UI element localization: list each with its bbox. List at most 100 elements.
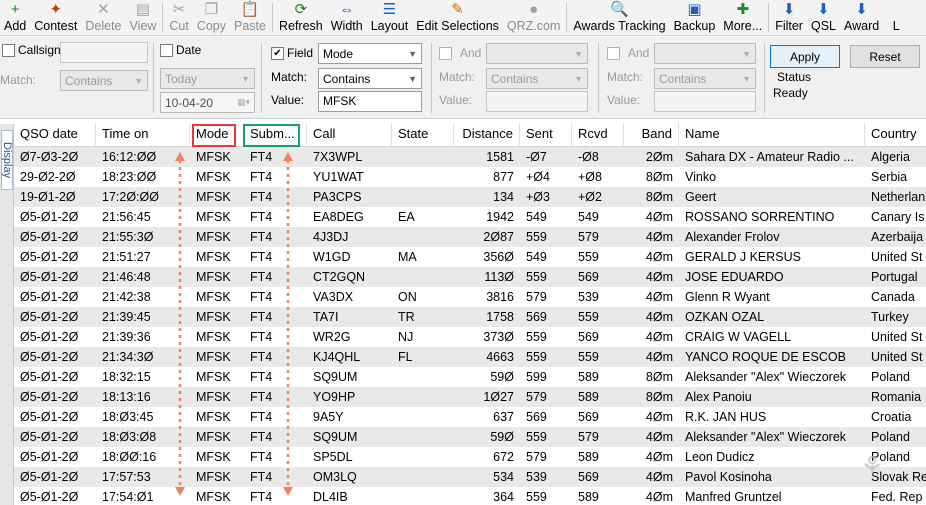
cell-name: Alexander Frolov [685,230,780,244]
column-header-mode[interactable]: Mode [190,123,244,147]
table-row[interactable]: Ø5-Ø1-2Ø 21:42:38 MFSK FT4 VA3DX ON 3816 579 539… [14,287,926,307]
chevron-down-icon: ▼ [742,48,751,59]
field-name-combo[interactable]: Mode ▼ [318,43,422,64]
toolbar-button-label: Awards Tracking [573,19,666,33]
toolbar-delete-button[interactable]: ✕ Delete [81,0,125,35]
table-row[interactable]: Ø5-Ø1-2Ø 18:Ø3:45 MFSK FT4 9A5Y 637 569 569 4Øm R… [14,407,926,427]
toolbar-button-label: Layout [370,19,409,33]
cell-state: ON [398,290,417,304]
table-row[interactable]: Ø5-Ø1-2Ø 21:56:45 MFSK FT4 EA8DEG EA 1942 549 54… [14,207,926,227]
callsign-match-combo[interactable]: Contains ▼ [60,70,148,91]
toolbar-view-button[interactable]: ▤ View [125,0,160,35]
cell-call: WR2G [313,330,351,344]
copy-icon: ❐ [204,1,219,18]
toolbar-qrz-com-button[interactable]: ● QRZ.com [503,0,564,35]
toolbar-paste-button[interactable]: 📋 Paste [230,0,270,35]
date-picker[interactable]: 10-04-20 ▦▾ [160,92,255,113]
table-row[interactable]: Ø5-Ø1-2Ø 21:39:45 MFSK FT4 TA7I TR 1758 569 559 4… [14,307,926,327]
date-checkbox[interactable] [160,44,173,57]
column-header-qso-date[interactable]: QSO date [14,123,96,147]
and1-checkbox[interactable] [439,47,452,60]
toolbar-layout-button[interactable]: ☰ Layout [367,0,413,35]
and2-match-combo[interactable]: Contains ▼ [654,68,756,89]
toolbar-copy-button[interactable]: ❐ Copy [193,0,230,35]
table-row[interactable]: Ø5-Ø1-2Ø 21:34:3Ø MFSK FT4 KJ4QHL FL 4663 559 55… [14,347,926,367]
and2-checkbox[interactable] [607,47,620,60]
toolbar-width-button[interactable]: ⇔ Width [327,0,367,35]
table-row[interactable]: Ø5-Ø1-2Ø 18:ØØ:16 MFSK FT4 SP5DL 672 579 589 4Øm… [14,447,926,467]
cell-mode: MFSK [196,230,231,244]
cell-country: Portugal [871,270,918,284]
toolbar-awards-tracking-button[interactable]: 🔍 Awards Tracking [569,0,669,35]
cell-distance: 672 [493,450,514,464]
column-header-call[interactable]: Call [307,123,392,147]
table-row[interactable]: Ø5-Ø1-2Ø 18:32:15 MFSK FT4 SQ9UM 59Ø 599 589 8Øm… [14,367,926,387]
toolbar-separator [271,3,273,32]
column-header-submode[interactable]: Subm... [244,123,307,147]
column-header-time-on[interactable]: Time on [96,123,190,147]
field-value-input[interactable]: MFSK [318,91,422,112]
toolbar-more-button[interactable]: ✚ More... [719,0,766,35]
table-row[interactable]: Ø5-Ø1-2Ø 17:57:53 MFSK FT4 OM3LQ 534 539 569 4Øm… [14,467,926,487]
cell-rcvd: +Ø8 [578,170,602,184]
cell-submode: FT4 [250,290,273,304]
awards-tracking-icon: 🔍 [610,1,629,18]
toolbar-award-button[interactable]: ⬇ Award [840,0,883,35]
add-icon: + [10,1,20,18]
toolbar-filter-button[interactable]: ⬇ Filter [771,0,807,35]
toolbar-l-button[interactable]: L [883,0,909,35]
table-row[interactable]: Ø5-Ø1-2Ø 21:46:48 MFSK FT4 CT2GQN 113Ø 559 569 4… [14,267,926,287]
column-header-state[interactable]: State [392,123,454,147]
toolbar-add-button[interactable]: + Add [0,0,30,35]
table-row[interactable]: Ø5-Ø1-2Ø 17:54:Ø1 MFSK FT4 DL4IB 364 559 589 4Øm… [14,487,926,505]
table-row[interactable]: Ø5-Ø1-2Ø 21:55:3Ø MFSK FT4 4J3DJ 2Ø87 559 579 4Ø… [14,227,926,247]
column-header-name[interactable]: Name [679,123,865,147]
table-row[interactable]: 19-Ø1-2Ø 17:2Ø:ØØ MFSK FT4 PA3CPS 134 +Ø3 +Ø2 8Ø… [14,187,926,207]
cell-country: Romania [871,390,922,404]
toolbar-edit-selections-button[interactable]: ✎ Edit Selections [412,0,503,35]
table-row[interactable]: Ø5-Ø1-2Ø 18:Ø3:Ø8 MFSK FT4 SQ9UM 59Ø 559 579 4Øm… [14,427,926,447]
column-header-sent[interactable]: Sent [520,123,572,147]
cell-country: Poland [871,370,910,384]
table-row[interactable]: Ø5-Ø1-2Ø 21:39:36 MFSK FT4 WR2G NJ 373Ø 559 569 4… [14,327,926,347]
table-row[interactable]: Ø7-Ø3-2Ø 16:12:ØØ MFSK FT4 7X3WPL 1581 -Ø7 -Ø8 2… [14,147,926,167]
reset-button[interactable]: Reset [850,45,920,68]
table-row[interactable]: Ø5-Ø1-2Ø 21:51:27 MFSK FT4 W1GD MA 356Ø 549 559 4… [14,247,926,267]
toolbar-refresh-button[interactable]: ⟳ Refresh [275,0,327,35]
column-header-band[interactable]: Band [624,123,679,147]
display-tab[interactable]: Display [1,130,13,190]
toolbar-backup-button[interactable]: ▣ Backup [670,0,720,35]
cell-sent: 539 [526,470,547,484]
callsign-input[interactable] [60,42,148,63]
and1-field-combo[interactable]: ▼ [486,43,588,64]
cell-submode: FT4 [250,390,273,404]
contest-icon: ✦ [49,1,63,18]
and2-value-input[interactable] [654,91,756,112]
cell-country: Poland [871,450,910,464]
column-header-country[interactable]: Country [865,123,926,147]
toolbar-cut-button[interactable]: ✂ Cut [165,0,192,35]
column-header-distance[interactable]: Distance [454,123,520,147]
table-row[interactable]: 29-Ø2-2Ø 18:23:ØØ MFSK FT4 YU1WAT 877 +Ø4 +Ø8 8Ø… [14,167,926,187]
cell-mode: MFSK [196,270,231,284]
and2-field-combo[interactable]: ▼ [654,43,756,64]
field-checkbox[interactable]: ✔ [271,47,284,60]
date-preset-combo[interactable]: Today ▼ [160,68,255,89]
callsign-checkbox[interactable] [2,44,15,57]
and1-value-input[interactable] [486,91,588,112]
apply-button[interactable]: Apply [770,45,840,68]
toolbar-contest-button[interactable]: ✦ Contest [30,0,81,35]
toolbar-button-label: Delete [85,19,122,33]
cell-sent: 569 [526,310,547,324]
field-match-combo[interactable]: Contains ▼ [318,68,422,89]
cell-band: 4Øm [645,490,673,504]
cell-sent: 559 [526,490,547,504]
table-row[interactable]: Ø5-Ø1-2Ø 18:13:16 MFSK FT4 YO9HP 1Ø27 579 589 8Ø… [14,387,926,407]
and1-match-combo[interactable]: Contains ▼ [486,68,588,89]
cell-qso-date: Ø5-Ø1-2Ø [20,370,79,384]
toolbar-qsl-button[interactable]: ⬇ QSL [807,0,840,35]
cell-band: 8Øm [645,390,673,404]
cell-name: Alex Panoiu [685,390,752,404]
cell-band: 2Øm [645,150,673,164]
column-header-rcvd[interactable]: Rcvd [572,123,624,147]
